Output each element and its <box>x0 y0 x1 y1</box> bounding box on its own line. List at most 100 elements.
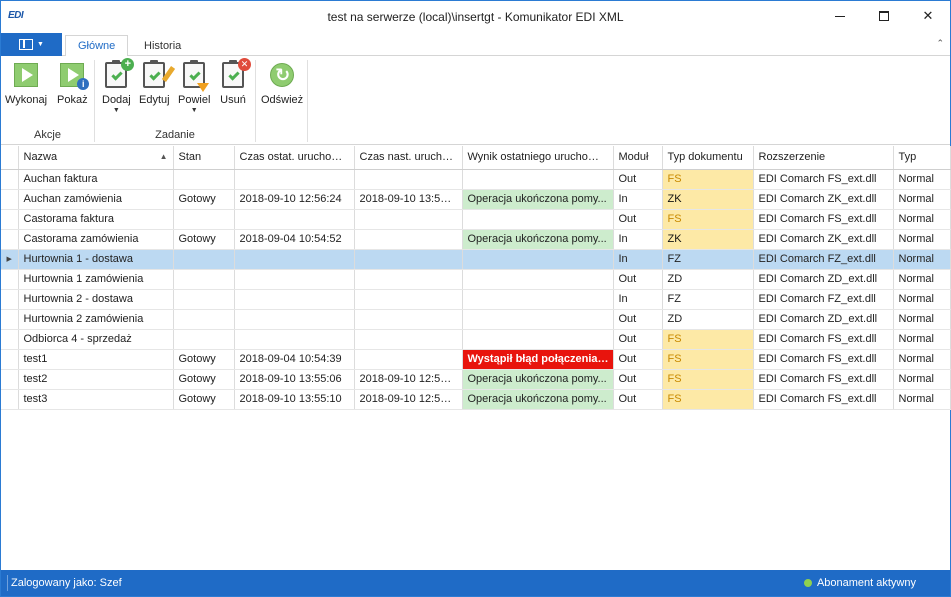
cell-typ-dokumentu-text: ZD <box>667 313 683 325</box>
usun-button[interactable]: ✕ Usuń <box>220 58 251 106</box>
cell-wynik <box>462 249 614 270</box>
cell-typ-text: Normal <box>898 233 934 245</box>
cell-wynik <box>462 269 614 290</box>
cell-wynik-text: Operacja ukończona pomy... <box>467 193 607 205</box>
column-header-typ-dokumentu[interactable]: Typ dokumentu <box>662 146 754 170</box>
cell-rozszerzenie-text: EDI Comarch FS_ext.dll <box>758 353 877 365</box>
odswiez-button[interactable]: Odśwież <box>261 60 303 106</box>
cell-modul: In <box>613 289 663 310</box>
cell-typ-text: Normal <box>898 313 934 325</box>
app-window: EDI test na serwerze (local)\insertgt - … <box>0 0 951 597</box>
file-menu-button[interactable]: ▼ <box>1 33 62 56</box>
cell-czas-ostat <box>234 269 355 290</box>
minimize-button[interactable] <box>818 1 862 31</box>
cell-modul-text: Out <box>618 213 637 225</box>
cell-typ-dokumentu-text: FS <box>667 173 682 185</box>
cell-modul: Out <box>613 329 663 350</box>
table-row[interactable]: Auchan zamówienia Gotowy 2018-09-10 12:56:… <box>1 189 951 210</box>
table-row[interactable]: test2 Gotowy 2018-09-10 13:55:06 2018-09-10… <box>1 369 951 390</box>
cell-stan-text: Gotowy <box>178 393 216 405</box>
edytuj-button[interactable]: Edytuj <box>139 60 176 106</box>
powiel-button[interactable]: Powiel ▼ <box>178 60 210 114</box>
cell-stan: Gotowy <box>173 349 235 370</box>
cell-rozszerzenie-text: EDI Comarch FS_ext.dll <box>758 373 877 385</box>
cell-typ: Normal <box>893 169 951 190</box>
cell-typ-text: Normal <box>898 393 934 405</box>
table-row[interactable]: Castorama zamówienia Gotowy 2018-09-04 10:… <box>1 229 951 250</box>
tasks-grid: Nazwa ▲ Stan Czas ostat. uruchomi... Czas… <box>1 146 951 410</box>
cell-typ-dokumentu: ZK <box>662 229 754 250</box>
table-row[interactable]: test3 Gotowy 2018-09-10 13:55:10 2018-09-10… <box>1 389 951 410</box>
cell-modul: In <box>613 249 663 270</box>
cell-typ-text: Normal <box>898 333 934 345</box>
column-header-modul[interactable]: Moduł <box>613 146 663 170</box>
close-icon: ✕ <box>922 8 934 23</box>
cell-czas-ostat-text: 2018-09-10 12:56:24 <box>239 193 342 205</box>
cell-typ-dokumentu-text: FS <box>667 393 682 405</box>
cell-modul: Out <box>613 169 663 190</box>
cell-nazwa: Hurtownia 1 - dostawa <box>18 249 174 270</box>
cell-typ-dokumentu-text: FZ <box>667 253 681 265</box>
cell-czas-ostat-text: 2018-09-10 13:55:06 <box>239 373 342 385</box>
cell-stan-text: Gotowy <box>178 193 216 205</box>
cell-stan: Gotowy <box>173 389 235 410</box>
table-row[interactable]: ▶ Hurtownia 1 - dostawa In FZ EDI Comarch FZ… <box>1 249 951 270</box>
cell-rozszerzenie: EDI Comarch ZD_ext.dll <box>753 269 894 290</box>
cell-stan: Gotowy <box>173 369 235 390</box>
table-row[interactable]: Hurtownia 2 zamówienia Out ZD EDI Comarch Z… <box>1 309 951 330</box>
cell-wynik-text: Operacja ukończona pomy... <box>467 373 607 385</box>
cell-rozszerzenie: EDI Comarch ZK_ext.dll <box>753 229 894 250</box>
cell-nazwa: Hurtownia 2 - dostawa <box>18 289 174 310</box>
cell-czas-ostat <box>234 309 355 330</box>
cell-czas-ostat: 2018-09-10 13:55:10 <box>234 389 355 410</box>
wykonaj-label: Wykonaj <box>5 94 48 106</box>
tab-glowne[interactable]: Główne <box>65 35 129 57</box>
cell-czas-nast <box>354 229 463 250</box>
table-row[interactable]: Castorama faktura Out FS EDI Comarch FS_ext… <box>1 209 951 230</box>
column-header-wynik[interactable]: Wynik ostatniego uruchomi... <box>462 146 614 170</box>
dodaj-button[interactable]: + Dodaj ▼ <box>102 58 135 114</box>
cell-rozszerzenie: EDI Comarch FS_ext.dll <box>753 329 894 350</box>
cell-modul-text: Out <box>618 353 637 365</box>
table-row[interactable]: test1 Gotowy 2018-09-04 10:54:39 Wystąpił b… <box>1 349 951 370</box>
cell-typ-dokumentu: FS <box>662 329 754 350</box>
cell-wynik-text: Operacja ukończona pomy... <box>467 233 607 245</box>
tab-historia[interactable]: Historia <box>132 35 193 57</box>
cell-typ-dokumentu: ZK <box>662 189 754 210</box>
powiel-label: Powiel <box>178 94 211 106</box>
wykonaj-button[interactable]: Wykonaj <box>5 60 47 106</box>
ribbon-tab-row: ▼ Główne Historia ⌃ <box>1 33 950 57</box>
cell-wynik-text: Wystąpił błąd połączenia <box>467 352 598 365</box>
table-row[interactable]: Odbiorca 4 - sprzedaż Out FS EDI Comarch FS… <box>1 329 951 350</box>
cell-typ-dokumentu: FZ <box>662 249 754 270</box>
cell-typ-dokumentu: FS <box>662 349 754 370</box>
cell-czas-ostat <box>234 329 355 350</box>
column-header-rozszerzenie[interactable]: Rozszerzenie <box>753 146 894 170</box>
pokaz-button[interactable]: i Pokaż <box>57 60 90 106</box>
table-row[interactable]: Hurtownia 2 - dostawa In FZ EDI Comarch FZ_… <box>1 289 951 310</box>
cell-stan-text: Gotowy <box>178 373 216 385</box>
cell-stan <box>173 209 235 230</box>
column-header-czas-ostat[interactable]: Czas ostat. uruchomi... <box>234 146 355 170</box>
collapse-ribbon-button[interactable]: ⌃ <box>936 38 944 49</box>
table-row[interactable]: Auchan faktura Out FS EDI Comarch FS_ext.dl… <box>1 169 951 190</box>
column-header-nazwa[interactable]: Nazwa ▲ <box>18 146 174 170</box>
odswiez-label: Odśwież <box>261 94 304 106</box>
column-header-czas-nast[interactable]: Czas nast. urucho... <box>354 146 463 170</box>
cell-czas-nast-text: 2018-09-10 13:55:06 <box>359 193 462 205</box>
cell-nazwa-text: test1 <box>23 353 48 365</box>
close-button[interactable]: ✕ <box>906 1 950 31</box>
minimize-icon <box>835 15 845 17</box>
cell-czas-nast <box>354 309 463 330</box>
cell-rozszerzenie-text: EDI Comarch FS_ext.dll <box>758 213 877 225</box>
cell-czas-ostat: 2018-09-10 12:56:24 <box>234 189 355 210</box>
cell-czas-nast <box>354 169 463 190</box>
dodaj-label: Dodaj <box>102 94 131 106</box>
column-header-stan[interactable]: Stan <box>173 146 235 170</box>
maximize-button[interactable] <box>862 1 906 31</box>
cell-stan: Gotowy <box>173 229 235 250</box>
cell-rozszerzenie-text: EDI Comarch ZD_ext.dll <box>758 273 878 285</box>
table-row[interactable]: Hurtownia 1 zamówienia Out ZD EDI Comarch Z… <box>1 269 951 290</box>
column-header-typ[interactable]: Typ <box>893 146 951 170</box>
cell-nazwa-text: Hurtownia 2 - dostawa <box>23 293 133 305</box>
